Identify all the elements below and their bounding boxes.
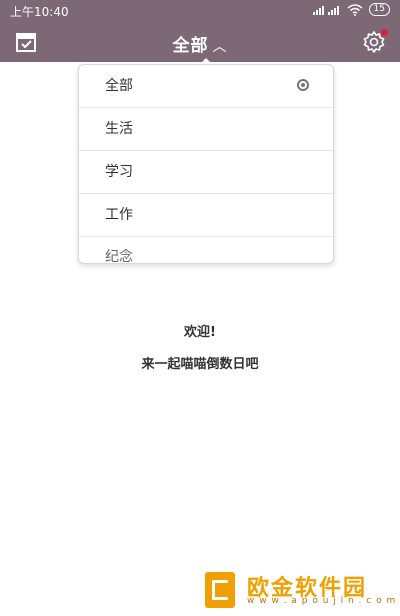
signal-icon [312, 6, 339, 15]
dropdown-item-work[interactable]: 工作 [79, 194, 333, 237]
status-time: 上午10:40 [10, 5, 69, 19]
dropdown-item-label: 生活 [105, 121, 133, 137]
chevron-up-icon: ︿ [212, 39, 228, 55]
status-bar: 上午10:40 15 [0, 0, 400, 22]
dropdown-item-all[interactable]: 全部 [79, 65, 333, 108]
watermark-logo-icon [205, 572, 235, 608]
radio-selected-icon [297, 79, 309, 91]
category-dropdown: 全部 生活 学习 工作 纪念 [78, 64, 334, 264]
dropdown-item-label: 工作 [105, 207, 133, 223]
dropdown-item-study[interactable]: 学习 [79, 151, 333, 194]
welcome-text: 欢迎! [184, 325, 216, 340]
app-header: 全部 ︿ [0, 22, 400, 62]
dropdown-item-life[interactable]: 生活 [79, 108, 333, 151]
notification-dot [381, 29, 388, 36]
welcome-subtitle: 来一起喵喵倒数日吧 [141, 357, 259, 372]
page-title: 全部 [172, 36, 209, 56]
dropdown-item-label: 全部 [105, 78, 133, 94]
watermark: 欧金软件园 w w w . a p o u j i n . c o m [205, 568, 395, 612]
watermark-url: w w w . a p o u j i n . c o m [247, 596, 397, 606]
status-icons: 15 [312, 3, 390, 16]
dropdown-item-anniversary[interactable]: 纪念 [79, 237, 333, 264]
battery-indicator: 15 [368, 3, 390, 16]
wifi-icon [347, 3, 363, 16]
dropdown-item-label: 学习 [105, 164, 133, 180]
dropdown-item-label: 纪念 [105, 249, 133, 264]
category-selector[interactable]: 全部 ︿ [0, 31, 400, 56]
